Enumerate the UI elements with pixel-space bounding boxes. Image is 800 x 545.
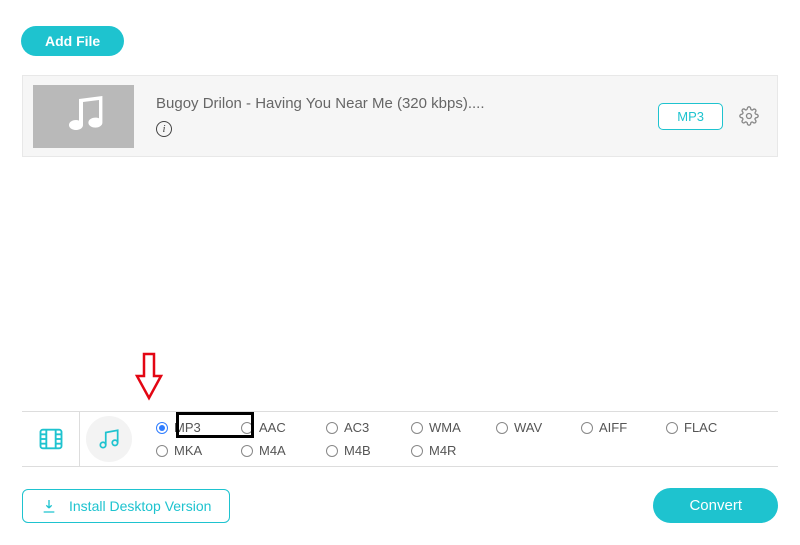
- format-options: MP3 AAC AC3 WMA WAV AIFF FLAC MKA M4A M4…: [138, 412, 778, 466]
- format-option-wma[interactable]: WMA: [411, 420, 496, 435]
- audio-tab[interactable]: [80, 412, 138, 466]
- format-option-mka[interactable]: MKA: [156, 443, 241, 458]
- format-option-aiff[interactable]: AIFF: [581, 420, 666, 435]
- format-option-m4b[interactable]: M4B: [326, 443, 411, 458]
- file-name: Bugoy Drilon - Having You Near Me (320 k…: [156, 95, 658, 112]
- music-icon: [96, 426, 122, 452]
- format-option-ac3[interactable]: AC3: [326, 420, 411, 435]
- format-option-flac[interactable]: FLAC: [666, 420, 751, 435]
- format-option-mp3[interactable]: MP3: [156, 420, 241, 435]
- format-option-wav[interactable]: WAV: [496, 420, 581, 435]
- format-option-m4r[interactable]: M4R: [411, 443, 496, 458]
- music-note-icon: [60, 92, 108, 140]
- file-format-badge[interactable]: MP3: [658, 103, 723, 130]
- format-row-2: MKA M4A M4B M4R: [156, 443, 778, 458]
- file-list-item: Bugoy Drilon - Having You Near Me (320 k…: [22, 75, 778, 157]
- convert-button[interactable]: Convert: [653, 488, 778, 523]
- file-actions: MP3: [658, 103, 767, 130]
- info-icon[interactable]: i: [156, 121, 172, 137]
- film-icon: [37, 425, 65, 453]
- video-tab[interactable]: [22, 412, 80, 466]
- format-option-m4a[interactable]: M4A: [241, 443, 326, 458]
- download-icon: [41, 498, 57, 514]
- arrow-annotation-icon: [133, 352, 165, 402]
- audio-tab-circle: [86, 416, 132, 462]
- file-thumbnail: [33, 85, 134, 148]
- install-desktop-button[interactable]: Install Desktop Version: [22, 489, 230, 523]
- format-selection-bar: MP3 AAC AC3 WMA WAV AIFF FLAC MKA M4A M4…: [22, 411, 778, 467]
- format-option-aac[interactable]: AAC: [241, 420, 326, 435]
- add-file-button[interactable]: Add File: [21, 26, 124, 56]
- format-row-1: MP3 AAC AC3 WMA WAV AIFF FLAC: [156, 420, 778, 435]
- install-desktop-label: Install Desktop Version: [69, 498, 211, 514]
- bottom-bar: Install Desktop Version Convert: [22, 488, 778, 523]
- gear-icon[interactable]: [739, 106, 759, 126]
- file-info: Bugoy Drilon - Having You Near Me (320 k…: [134, 95, 658, 137]
